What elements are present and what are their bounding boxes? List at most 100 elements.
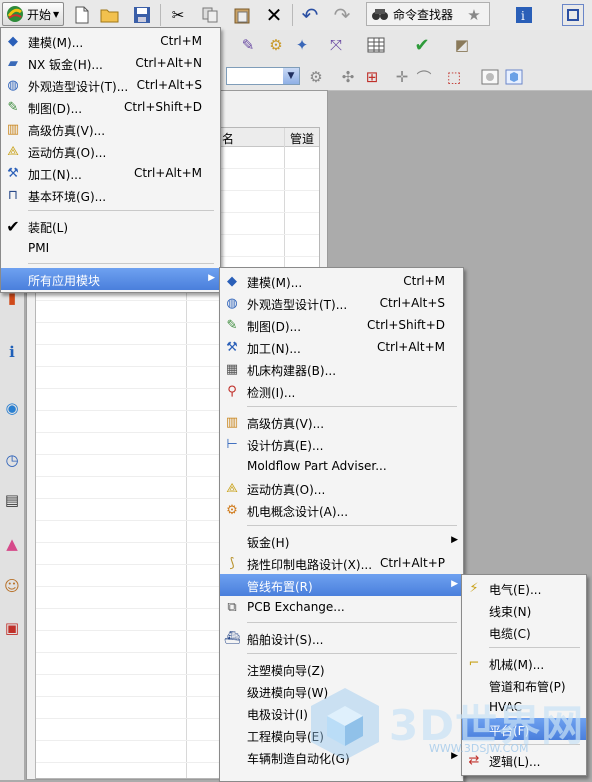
filter-settings-icon[interactable]: ⚙ [304, 65, 328, 89]
information-icon[interactable]: ℹ [1, 340, 23, 364]
start-label: 开始 [27, 7, 52, 22]
save-icon[interactable] [130, 3, 154, 27]
sketch-icon[interactable]: ✎ [236, 33, 260, 57]
apps-item-shape-studio[interactable]: ◍ 外观造型设计(T)... Ctrl+Alt+S [220, 292, 463, 314]
apps-item-ship-design[interactable]: ⛴ 船舶设计(S)... [220, 627, 463, 649]
menu-item-motion-simulation[interactable]: ⟁ 运动仿真(O)... [1, 140, 220, 162]
menu-item-label: 高级仿真(V)... [28, 124, 106, 138]
menu-item-shortcut: Ctrl+Alt+N [135, 56, 202, 70]
apps-item-modeling[interactable]: ◆ 建模(M)... Ctrl+M [220, 270, 463, 292]
motion-simulation-icon: ⟁ [226, 480, 238, 496]
apps-item-motion-simulation[interactable]: ⟁ 运动仿真(O)... [220, 477, 463, 499]
apps-item-drafting[interactable]: ✎ 制图(D)... Ctrl+Shift+D [220, 314, 463, 336]
analysis-icon[interactable]: ◩ [450, 33, 474, 57]
menu-item-shortcut: Ctrl+Alt+S [379, 296, 445, 310]
menu-separator [247, 406, 457, 407]
menu-item-shortcut: Ctrl+M [160, 34, 202, 48]
check-icon[interactable]: ✔ [410, 33, 434, 57]
menu-item-label: NX 钣金(H)... [28, 58, 103, 72]
mechatronics-icon: ⚙ [226, 502, 238, 518]
point-snap-icon[interactable]: ✛ [390, 65, 414, 89]
menu-item-pmi[interactable]: PMI [1, 237, 220, 259]
apps-item-design-simulation[interactable]: ⊢ 设计仿真(E)... [220, 433, 463, 455]
redo-icon[interactable]: ↷ [330, 3, 354, 27]
feature-icon[interactable]: ⚙ [264, 33, 288, 57]
roles-icon[interactable]: ☺ [1, 574, 23, 598]
menu-item-all-applications[interactable]: 所有应用模块 ▶ [1, 268, 220, 290]
menu-item-label: 运动仿真(O)... [28, 146, 107, 160]
edit-feature-icon[interactable]: ⤧ [324, 33, 348, 57]
delete-icon[interactable]: ✕ [262, 3, 286, 27]
apps-item-routing[interactable]: 管线布置(R) ▶ [220, 574, 463, 596]
menu-item-manufacturing[interactable]: ⚒ 加工(N)... Ctrl+Alt+M [1, 162, 220, 184]
menu-item-label: 船舶设计(S)... [247, 633, 324, 647]
system-materials-icon[interactable]: ▤ [1, 488, 23, 512]
shape-studio-icon: ◍ [7, 77, 19, 93]
menu-item-label: 建模(M)... [28, 36, 84, 50]
shape-studio-icon: ◍ [226, 295, 238, 311]
apps-item-inspection[interactable]: ⚲ 检测(I)... [220, 380, 463, 402]
open-folder-icon[interactable] [98, 3, 122, 27]
new-file-icon[interactable] [70, 3, 94, 27]
menu-item-label: 电气(E)... [489, 583, 542, 597]
menu-item-label: PCB Exchange... [247, 600, 345, 614]
menu-item-shortcut: Ctrl+M [403, 274, 445, 288]
mechanical-icon: ⌐ [468, 655, 480, 671]
apps-item-manufacturing[interactable]: ⚒ 加工(N)... Ctrl+Alt+M [220, 336, 463, 358]
watermark: 3D世界网 WWW.3DSJW.COM [305, 684, 583, 764]
inspection-icon: ⚲ [227, 383, 237, 399]
arc-snap-icon[interactable]: ⌒ [412, 65, 436, 89]
render-style-icon[interactable] [478, 65, 502, 89]
routing-item-electrical[interactable]: ⚡ 电气(E)... [462, 577, 586, 599]
start-button[interactable]: 开始 ▼ [2, 2, 64, 26]
menu-item-label: 加工(N)... [247, 342, 301, 356]
selection-filter-dropdown[interactable]: ▼ [226, 67, 300, 85]
maximize-icon[interactable] [562, 4, 584, 26]
rectangle-select-icon[interactable]: ⬚ [442, 65, 466, 89]
apps-item-advanced-simulation[interactable]: ▥ 高级仿真(V)... [220, 411, 463, 433]
apps-item-sheet-metal[interactable]: 钣金(H) ▶ [220, 530, 463, 552]
menu-item-shortcut: Ctrl+Alt+M [376, 340, 445, 354]
menu-item-assembly[interactable]: ✔ 装配(L) [1, 215, 220, 237]
menu-item-modeling[interactable]: ◆ 建模(M)... Ctrl+M [1, 30, 220, 52]
copy-icon[interactable] [198, 3, 222, 27]
datum-icon[interactable]: ✦ [290, 33, 314, 57]
routing-item-harness[interactable]: 线束(N) [462, 599, 586, 621]
menu-item-advanced-simulation[interactable]: ▥ 高级仿真(V)... [1, 118, 220, 140]
apps-item-flex-pcb[interactable]: ⟆ 挠性印制电路设计(X)... Ctrl+Alt+P [220, 552, 463, 574]
apps-item-pcb-exchange[interactable]: ⧉ PCB Exchange... [220, 596, 463, 618]
process-studio-icon[interactable]: ▲ [1, 532, 23, 556]
info-icon[interactable]: i [512, 3, 536, 27]
column-header-name: 名 [222, 132, 235, 146]
palette-icon[interactable]: ▣ [1, 616, 23, 640]
chevron-down-icon[interactable]: ▼ [283, 68, 299, 84]
apps-item-moldflow[interactable]: Moldflow Part Adviser... [220, 455, 463, 477]
menu-item-sheet-metal[interactable]: ▰ NX 钣金(H)... Ctrl+Alt+N [1, 52, 220, 74]
ship-design-icon: ⛴ [223, 630, 241, 646]
star-icon[interactable]: ★ [462, 3, 486, 27]
advanced-simulation-icon: ▥ [225, 414, 239, 430]
routing-item-mechanical[interactable]: ⌐ 机械(M)... [462, 652, 586, 674]
menu-separator [247, 525, 457, 526]
apps-item-machine-tool-builder[interactable]: ▦ 机床构建器(B)... [220, 358, 463, 380]
menu-item-label: 装配(L) [28, 221, 69, 235]
menu-item-shape-studio[interactable]: ◍ 外观造型设计(T)... Ctrl+Alt+S [1, 74, 220, 96]
web-browser-icon[interactable]: ◉ [1, 396, 23, 420]
table-icon[interactable] [364, 33, 388, 57]
select-icon[interactable]: ⊞ [360, 65, 384, 89]
apps-item-mold-wizard[interactable]: 注塑模向导(Z) [220, 658, 463, 680]
undo-icon[interactable]: ↶ [298, 3, 322, 27]
snap-icon[interactable]: ✣ [336, 65, 360, 89]
menu-item-label: 电极设计(I) [247, 708, 308, 722]
apps-item-mechatronics[interactable]: ⚙ 机电概念设计(A)... [220, 499, 463, 521]
design-simulation-icon: ⊢ [226, 436, 238, 452]
view-cube-icon[interactable] [502, 65, 526, 89]
pcb-exchange-icon: ⧉ [227, 599, 237, 615]
paste-icon[interactable] [230, 3, 254, 27]
menu-item-gateway[interactable]: ⊓ 基本环境(G)... [1, 184, 220, 206]
menu-item-label: 线束(N) [489, 605, 532, 619]
cut-icon[interactable]: ✂ [166, 3, 190, 27]
menu-item-drafting[interactable]: ✎ 制图(D)... Ctrl+Shift+D [1, 96, 220, 118]
history-icon[interactable]: ◷ [1, 448, 23, 472]
routing-item-cable[interactable]: 电缆(C) [462, 621, 586, 643]
